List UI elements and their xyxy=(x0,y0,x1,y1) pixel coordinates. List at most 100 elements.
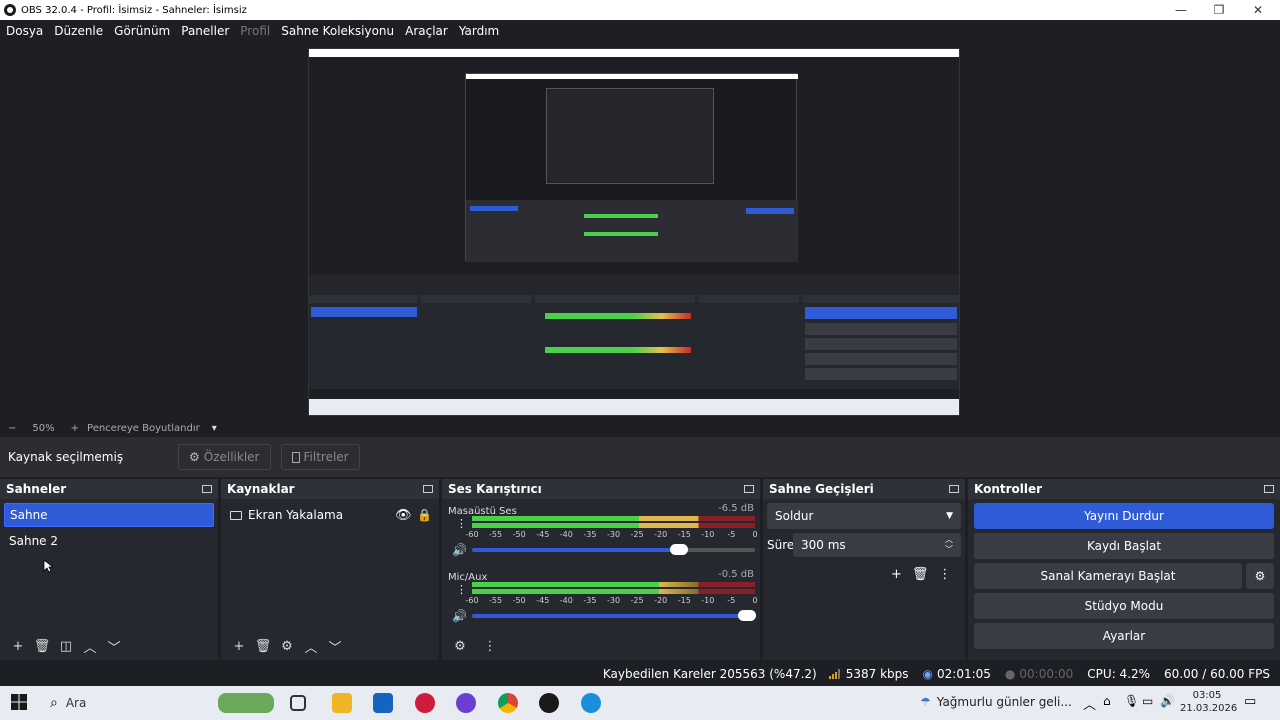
move-down-icon[interactable]: ﹀ xyxy=(325,636,345,656)
menu-dosya[interactable]: Dosya xyxy=(6,24,43,38)
spin-down-icon[interactable]: ﹀ xyxy=(945,544,953,555)
meter-tick-label: -25 xyxy=(630,530,644,539)
popout-icon[interactable] xyxy=(1264,485,1274,493)
meter-tick-label: -50 xyxy=(512,530,526,539)
menu-araclar[interactable]: Araçlar xyxy=(405,24,448,38)
meter-tick-label: -40 xyxy=(559,530,573,539)
add-icon[interactable]: + xyxy=(8,636,28,656)
bitrate: 5387 kbps xyxy=(845,667,909,681)
channel-menu-icon[interactable]: ⋮ xyxy=(456,517,467,530)
filters-label: Filtreler xyxy=(303,450,349,464)
minimize-button[interactable]: — xyxy=(1161,0,1201,20)
popout-icon[interactable] xyxy=(423,485,433,493)
volume-icon[interactable]: 🔊 xyxy=(1160,694,1175,708)
taskbar: ⌕ Ara ☂ Yağmurlu günler geli... ︿ ⌂ 🎙 ▭ … xyxy=(0,686,1280,720)
zoom-bar: − 50% + Pencereye Boyutlandır ▾ xyxy=(0,420,1280,437)
meter-tick-label: -55 xyxy=(489,530,503,539)
app-icon[interactable] xyxy=(456,693,476,713)
file-explorer-icon[interactable] xyxy=(332,693,352,713)
scenes-dock: Sahneler Sahne Sahne 2 + 🗑 ◫ ︿ ﹀ xyxy=(0,479,218,660)
notification-icon[interactable]: ▭ xyxy=(1244,694,1256,709)
move-up-icon[interactable]: ︿ xyxy=(80,636,100,656)
eye-icon[interactable]: 👁 xyxy=(395,508,412,523)
start-recording-button[interactable]: Kaydı Başlat xyxy=(974,533,1274,559)
settings-button[interactable]: Ayarlar xyxy=(974,623,1274,649)
properties-button[interactable]: ⚙ Özellikler xyxy=(178,444,271,470)
speaker-icon[interactable]: 🔊 xyxy=(452,609,467,623)
more-menu-icon[interactable]: ⋮ xyxy=(938,567,951,582)
fps: 60.00 / 60.00 FPS xyxy=(1164,667,1270,681)
media-player-icon[interactable] xyxy=(415,693,435,713)
menu-paneller[interactable]: Paneller xyxy=(181,24,229,38)
more-menu-icon[interactable]: ⋮ xyxy=(480,636,500,656)
preview-area[interactable] xyxy=(0,42,1280,420)
edge-icon[interactable] xyxy=(581,693,601,713)
controls-dock: Kontroller Yayını Durdur Kaydı Başlat Sa… xyxy=(968,479,1280,660)
battery-icon[interactable]: ▭ xyxy=(1142,694,1153,708)
filters-button[interactable]: Filtreler xyxy=(280,444,360,470)
clock[interactable]: 03:05 21.03.2026 xyxy=(1180,689,1237,715)
chrome-icon[interactable] xyxy=(498,693,518,713)
studio-mode-button[interactable]: Stüdyo Modu xyxy=(974,593,1274,619)
mouse-cursor-icon xyxy=(43,559,53,573)
popout-icon[interactable] xyxy=(949,485,959,493)
channel-db: -0.5 dB xyxy=(718,569,754,580)
search-highlight-image[interactable] xyxy=(218,693,274,713)
menu-yardim[interactable]: Yardım xyxy=(459,24,499,38)
meter-tick-label: -60 xyxy=(465,596,479,605)
filter-icon[interactable]: ◫ xyxy=(56,636,76,656)
trash-icon[interactable]: 🗑 xyxy=(253,636,273,656)
transition-select[interactable]: Soldur ▼ xyxy=(767,503,961,529)
volume-meter xyxy=(472,582,755,596)
network-icon[interactable]: ⌂ xyxy=(1103,694,1111,708)
meter-tick-label: -40 xyxy=(559,596,573,605)
chevron-up-icon[interactable]: ︿ xyxy=(1083,694,1096,713)
gear-icon[interactable]: ⚙ xyxy=(277,636,297,656)
trash-icon[interactable]: 🗑 xyxy=(912,567,929,582)
obs-icon[interactable] xyxy=(539,693,559,713)
popout-icon[interactable] xyxy=(202,485,212,493)
cpu-usage: CPU: 4.2% xyxy=(1087,667,1151,681)
duration-spinbox[interactable]: 300 ms ︿ ﹀ xyxy=(793,533,961,557)
fit-dropdown-icon[interactable]: ▾ xyxy=(212,423,217,434)
maximize-button[interactable]: ❐ xyxy=(1199,0,1239,20)
volume-slider[interactable] xyxy=(472,544,755,555)
scene-item[interactable]: Sahne 2 xyxy=(4,529,214,553)
lock-icon[interactable]: 🔒 xyxy=(417,508,432,522)
microphone-icon[interactable]: 🎙 xyxy=(1124,694,1139,708)
gear-icon[interactable]: ⚙ xyxy=(1246,563,1274,589)
task-view-icon[interactable] xyxy=(290,695,306,711)
channel-menu-icon[interactable]: ⋮ xyxy=(456,583,467,596)
fit-to-window-button[interactable]: Pencereye Boyutlandır xyxy=(87,423,200,434)
start-virtual-camera-button[interactable]: Sanal Kamerayı Başlat xyxy=(974,563,1242,589)
move-up-icon[interactable]: ︿ xyxy=(301,636,321,656)
scene-label: Sahne xyxy=(10,508,48,522)
menu-duzenle[interactable]: Düzenle xyxy=(54,24,103,38)
trash-icon[interactable]: 🗑 xyxy=(32,636,52,656)
store-icon[interactable] xyxy=(373,693,393,713)
menu-profil[interactable]: Profil xyxy=(240,24,270,38)
menu-gorunum[interactable]: Görünüm xyxy=(114,24,170,38)
meter-tick-label: -15 xyxy=(677,596,691,605)
meter-tick-label: 0 xyxy=(752,530,758,539)
weather-widget[interactable]: ☂ Yağmurlu günler geli... xyxy=(920,695,1072,709)
zoom-out-button[interactable]: − xyxy=(8,423,16,434)
volume-slider[interactable] xyxy=(472,610,756,621)
advanced-audio-gear-icon[interactable]: ⚙ xyxy=(450,636,470,656)
move-down-icon[interactable]: ﹀ xyxy=(104,636,124,656)
stop-streaming-button[interactable]: Yayını Durdur xyxy=(974,503,1274,529)
source-item[interactable]: Ekran Yakalama 👁 🔒 xyxy=(225,503,435,527)
program-preview[interactable] xyxy=(308,48,960,416)
scene-item[interactable]: Sahne xyxy=(4,503,214,527)
meter-tick-label: -15 xyxy=(677,530,691,539)
taskbar-search[interactable]: ⌕ Ara xyxy=(50,695,86,711)
windows-icon[interactable] xyxy=(10,693,30,713)
zoom-in-button[interactable]: + xyxy=(71,423,79,434)
speaker-icon[interactable]: 🔊 xyxy=(452,543,467,557)
add-icon[interactable]: + xyxy=(229,636,249,656)
sources-toolbar: + 🗑 ⚙ ︿ ﹀ xyxy=(221,632,439,660)
menu-sahne-koleksiyonu[interactable]: Sahne Koleksiyonu xyxy=(281,24,394,38)
close-button[interactable]: ✕ xyxy=(1238,0,1278,20)
add-icon[interactable]: + xyxy=(891,567,902,582)
popout-icon[interactable] xyxy=(744,485,754,493)
